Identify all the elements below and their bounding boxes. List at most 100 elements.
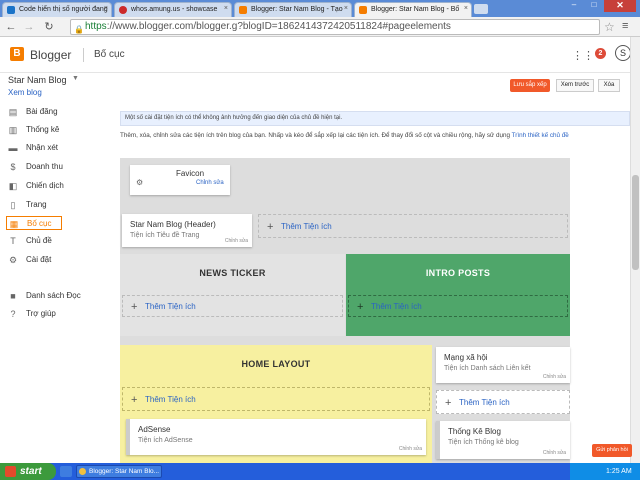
sidebar-item-label: Bài đăng [26, 107, 58, 116]
sidebar-item-help[interactable]: ? Trợ giúp [6, 307, 116, 321]
sidebar-item-label: Trợ giúp [26, 309, 56, 318]
blog-stats-widget[interactable]: Thống Kê Blog Tiện ích Thống kê blog Chỉ… [436, 421, 570, 459]
theme-designer-link[interactable]: Trình thiết kế chủ đề [512, 132, 569, 139]
back-button[interactable]: ← [4, 20, 18, 34]
section-title: HOME LAYOUT [241, 359, 311, 369]
sidebar-item-stats[interactable]: ▥ Thống kê [6, 123, 116, 137]
widget-title: Mạng xã hội [444, 353, 488, 362]
info-notice: Một số cài đặt tiện ích có thể không ảnh… [120, 111, 630, 126]
home-layout-section: HOME LAYOUT + Thêm Tiện ích AdSense Tiện… [120, 345, 432, 463]
close-window-button[interactable]: ✕ [604, 0, 636, 12]
pages-icon: ▯ [10, 200, 16, 210]
avatar[interactable]: S [615, 45, 631, 61]
start-button[interactable]: start [0, 463, 56, 480]
apps-grid-icon[interactable]: ⋮⋮ [572, 49, 594, 62]
blogger-logo-icon[interactable]: B [10, 47, 24, 61]
plus-icon: + [267, 221, 274, 233]
tab-label: Blogger: Star Nam Blog - Tạo [251, 6, 343, 13]
reading-list-icon: ■ [10, 291, 16, 301]
browser-tab[interactable]: Code hiển thị số người đang × [2, 2, 112, 17]
social-widget[interactable]: Mạng xã hội Tiện ích Danh sách Liên kết … [436, 347, 570, 383]
add-widget-label: Thêm Tiện ích [371, 302, 422, 311]
stats-icon: ▥ [8, 125, 18, 135]
sidebar: Star Nam Blog ▼ Xem blog ▤ Bài đăng ▥ Th… [0, 73, 120, 463]
widget-title: Favicon [176, 169, 205, 178]
add-widget-link[interactable]: + Thêm Tiện ích [436, 390, 570, 414]
header-widget[interactable]: Star Nam Blog (Header) Tiện ích Tiêu đề … [122, 214, 252, 247]
scrollbar-thumb[interactable] [632, 175, 639, 270]
posts-icon: ▤ [8, 107, 18, 117]
sidebar-item-pages[interactable]: ▯ Trang [6, 198, 116, 212]
edit-link[interactable]: Chỉnh sửa [399, 446, 422, 452]
browser-tab[interactable]: whos.amung.us - showcase × [114, 2, 232, 17]
save-arrangement-button[interactable]: Lưu sắp xếp [510, 79, 550, 92]
sidebar-item-label: Chủ đề [26, 236, 52, 245]
notification-badge[interactable]: 2 [595, 48, 606, 59]
new-tab-button[interactable] [474, 4, 488, 14]
chrome-icon [79, 468, 86, 475]
theme-icon: T [10, 236, 16, 246]
sidebar-item-layout[interactable]: ▦ Bố cục [6, 216, 62, 230]
plus-icon: + [445, 397, 452, 409]
add-widget-label: Thêm Tiện ích [145, 395, 196, 404]
sidebar-item-label: Trang [26, 200, 47, 209]
tab-close-icon[interactable]: × [224, 5, 228, 12]
tab-favicon-icon [119, 6, 127, 14]
add-widget-link[interactable]: + Thêm Tiện ích [258, 214, 568, 238]
sidebar-item-campaigns[interactable]: ◧ Chiến dịch [6, 179, 116, 193]
clock: 1:25 AM [606, 468, 632, 475]
taskbar-window-button[interactable]: Blogger: Star Nam Blo... [76, 465, 162, 478]
tab-close-icon[interactable]: × [464, 5, 468, 12]
tab-close-icon[interactable]: × [344, 5, 348, 12]
edit-link[interactable]: Chỉnh sửa [196, 180, 224, 186]
sidebar-item-earnings[interactable]: $ Doanh thu [6, 160, 116, 174]
preview-button[interactable]: Xem trước [556, 79, 594, 92]
url-input[interactable]: 🔒 https://www.blogger.com/blogger.g?blog… [70, 19, 600, 35]
browser-menu-icon[interactable]: ≡ [622, 20, 628, 32]
chevron-down-icon[interactable]: ▼ [72, 75, 79, 82]
view-blog-link[interactable]: Xem blog [8, 88, 42, 97]
sidebar-item-settings[interactable]: ⚙ Cài đặt [6, 253, 116, 267]
bookmark-star-icon[interactable]: ☆ [604, 20, 615, 34]
sidebar-item-reading-list[interactable]: ■ Danh sách Đọc [6, 289, 116, 303]
browser-tab-bar: Code hiển thị số người đang × whos.amung… [0, 0, 640, 17]
earnings-icon: $ [10, 162, 16, 172]
sidebar-item-posts[interactable]: ▤ Bài đăng [6, 105, 116, 119]
quick-launch-icon[interactable] [60, 466, 72, 477]
plus-icon: + [131, 394, 138, 406]
forward-button[interactable]: → [22, 20, 36, 34]
sidebar-item-comments[interactable]: ▬ Nhận xét [6, 141, 116, 155]
adsense-widget[interactable]: AdSense Tiện ích AdSense Chỉnh sửa [126, 419, 426, 455]
tab-close-icon[interactable]: × [104, 5, 108, 12]
section-title: INTRO POSTS [425, 268, 491, 278]
plus-icon: + [131, 301, 138, 313]
maximize-button[interactable]: □ [584, 0, 604, 12]
add-widget-link[interactable]: + Thêm Tiện ích [348, 295, 568, 317]
browser-tab-active[interactable]: Blogger: Star Nam Blog - Bố × [354, 2, 472, 17]
minimize-button[interactable]: – [564, 0, 584, 12]
edit-link[interactable]: Chỉnh sửa [543, 450, 566, 456]
blog-selector[interactable]: Star Nam Blog [8, 75, 67, 85]
widget-subtitle: Tiện ích Danh sách Liên kết [444, 365, 531, 372]
tab-label: Code hiển thị số người đang [19, 6, 108, 13]
send-feedback-button[interactable]: Gửi phản hồi [592, 444, 632, 457]
windows-logo-icon [5, 466, 16, 477]
add-widget-label: Thêm Tiện ích [459, 398, 510, 407]
brand-name[interactable]: Blogger [30, 48, 71, 62]
description-text: Thêm, xóa, chỉnh sửa các tiện ích trên b… [120, 132, 510, 139]
clear-button[interactable]: Xóa [598, 79, 620, 92]
help-icon: ? [10, 309, 16, 319]
add-widget-link[interactable]: + Thêm Tiện ích [122, 295, 343, 317]
edit-link[interactable]: Chỉnh sửa [543, 374, 566, 380]
sidebar-item-label: Thống kê [26, 125, 60, 134]
edit-link[interactable]: Chỉnh sửa [225, 238, 248, 244]
favicon-widget[interactable]: ⚙ Favicon Chỉnh sửa [130, 165, 230, 195]
add-widget-link[interactable]: + Thêm Tiện ích [122, 387, 430, 411]
windows-taskbar: start Blogger: Star Nam Blo... 1:25 AM [0, 463, 640, 480]
system-tray: 1:25 AM [570, 463, 640, 480]
reload-button[interactable]: ↻ [42, 20, 56, 34]
news-ticker-section: NEWS TICKER + Thêm Tiện ích [120, 254, 345, 336]
sidebar-item-theme[interactable]: T Chủ đề [6, 234, 116, 248]
browser-tab[interactable]: Blogger: Star Nam Blog - Tạo × [234, 2, 352, 17]
address-bar-row: ← → ↻ 🔒 https://www.blogger.com/blogger.… [0, 17, 640, 37]
